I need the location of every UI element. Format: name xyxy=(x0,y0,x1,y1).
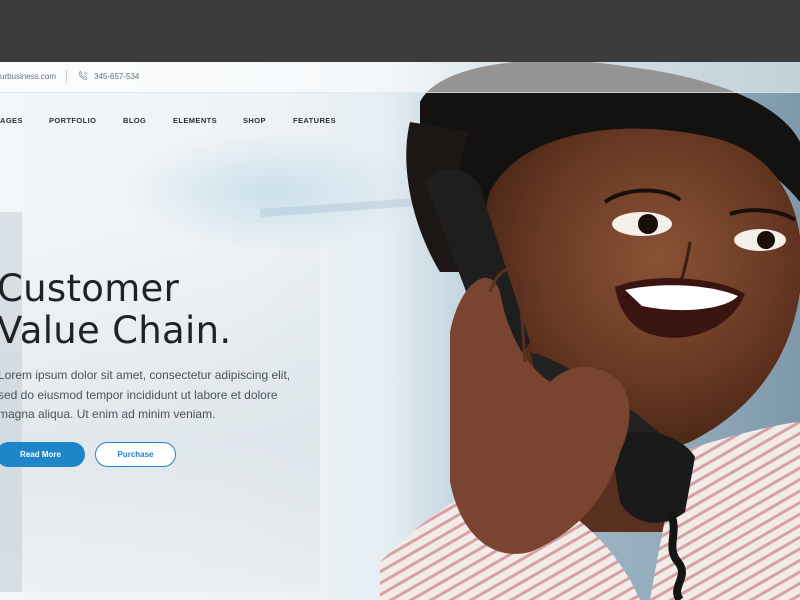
hero-title-line2: Value Chain. xyxy=(0,309,232,352)
hero-description-line1: Lorem ipsum dolor sit amet, consectetur … xyxy=(0,368,291,382)
phone-icon xyxy=(78,70,88,80)
read-more-button[interactable]: Read More xyxy=(0,442,85,467)
hero-title-line1: Customer xyxy=(0,267,180,310)
contact-phone[interactable]: 345-657-534 xyxy=(94,72,139,81)
hero-person-image xyxy=(380,62,800,600)
hero-description: Lorem ipsum dolor sit amet, consectetur … xyxy=(0,366,308,425)
nav-item-shop[interactable]: SHOP xyxy=(243,116,266,125)
hero-description-line3: magna aliqua. Ut enim ad minim veniam. xyxy=(0,407,216,421)
info-divider xyxy=(66,70,67,83)
purchase-button[interactable]: Purchase xyxy=(95,442,176,467)
nav-item-features[interactable]: FEATURES xyxy=(293,116,336,125)
contact-email[interactable]: urbusiness.com xyxy=(0,72,56,81)
hero-description-line2: sed do eiusmod tempor incididunt ut labo… xyxy=(0,387,278,402)
nav-item-pages[interactable]: AGES xyxy=(0,116,23,125)
hero-title: Customer Value Chain. xyxy=(0,268,417,352)
nav-item-elements[interactable]: ELEMENTS xyxy=(173,116,217,125)
nav-item-blog[interactable]: BLOG xyxy=(123,116,146,125)
top-dark-strip xyxy=(0,0,800,62)
nav-item-portfolio[interactable]: PORTFOLIO xyxy=(49,116,96,125)
